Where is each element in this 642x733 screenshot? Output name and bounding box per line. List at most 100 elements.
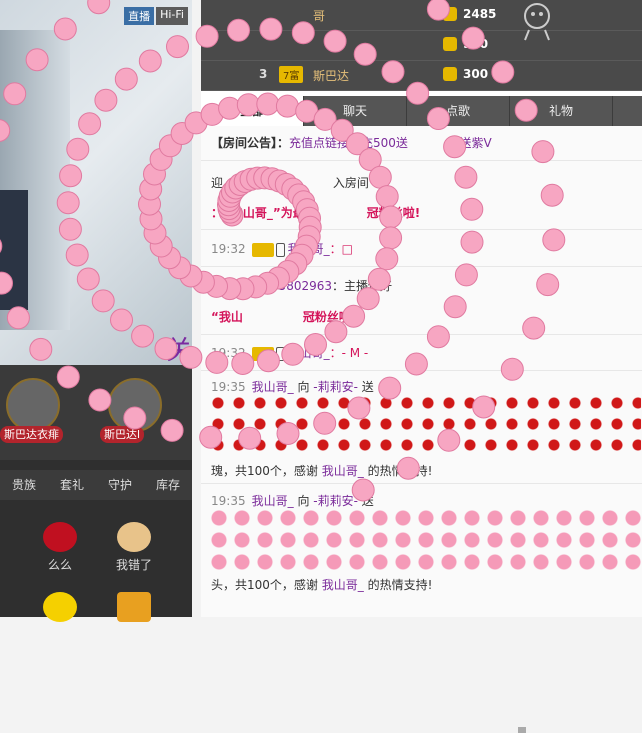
divider — [201, 370, 642, 371]
phone-icon — [275, 242, 285, 257]
tab-gift-set[interactable]: 套礼 — [48, 470, 96, 500]
kiss-icon — [43, 522, 77, 552]
anchor-avatar[interactable] — [108, 378, 162, 432]
chat-message: 19:35 我山哥_ 向 -莉莉安- 送 — [211, 492, 374, 509]
tab-gifts[interactable]: 礼物 — [510, 96, 613, 126]
crown-icon — [251, 346, 274, 361]
coin-icon — [443, 37, 457, 51]
rank-value: 300 — [463, 67, 489, 81]
msg-text: 入房间 — [332, 176, 369, 190]
msg-text: 瑰，共100个，感谢 — [211, 464, 318, 478]
msg-text: ：主播你好 — [332, 279, 393, 293]
gift-item[interactable] — [104, 592, 164, 626]
msg-time: 19:35 — [211, 494, 246, 508]
pig-gift-icons — [211, 510, 641, 574]
tab-inventory[interactable]: 库存 — [144, 470, 192, 500]
coin-icon — [443, 7, 457, 21]
gift-label: 么么 — [47, 558, 72, 572]
gift-label: 我错了 — [115, 558, 152, 572]
msg-user[interactable]: 小游客 — [227, 176, 263, 190]
divider — [201, 160, 642, 161]
scroll-up-arrow[interactable] — [518, 727, 526, 733]
phone-icon — [275, 346, 285, 361]
divider — [201, 483, 642, 484]
cow-icon — [117, 522, 151, 552]
msg-time: 19:35 — [211, 380, 246, 394]
msg-text-red: ：“我山哥_”为最新 — [211, 206, 317, 220]
right-panel: 哥 2485 920 3 7富 斯巴达 300 全部 聊天 点歌 礼物 【房间公… — [201, 0, 642, 733]
chat-message: 19:32 m145802963：主播你好 — [211, 277, 392, 294]
rose-gift-icons — [211, 396, 641, 460]
doodle-icon — [524, 3, 550, 41]
msg-tail-red: 冠粉丝啦! — [302, 310, 357, 324]
msg-user[interactable]: m145802963 — [252, 279, 332, 293]
msg-user[interactable]: 我山哥_ — [288, 346, 330, 360]
gift-item[interactable] — [30, 592, 90, 626]
msg-user[interactable]: 我山哥_ — [252, 380, 294, 394]
msg-text-red: “我山 — [211, 310, 243, 324]
msg-time: 19:32 — [211, 279, 246, 293]
left-panel: 直播 Hi-Fi 关 斯巴达衣痱 斯巴达l 贵族 套礼 守护 库存 么么 我错了 — [0, 0, 192, 622]
rank-row: 920 — [201, 30, 642, 61]
divider — [201, 334, 642, 335]
rank-row: 3 7富 斯巴达 300 — [201, 60, 642, 91]
hd-badge: Hi-Fi — [156, 7, 188, 25]
msg-verb: 向 — [297, 380, 310, 394]
anchor-avatar[interactable] — [6, 378, 60, 432]
beer-icon — [117, 592, 151, 622]
msg-user[interactable]: 我山哥_ — [322, 464, 364, 478]
gift-item[interactable]: 我错了 — [104, 522, 164, 573]
announcement-text[interactable]: 充值点链接，充500送 — [289, 136, 408, 150]
msg-target[interactable]: -莉莉安- — [313, 380, 358, 394]
tab-nobility[interactable]: 贵族 — [0, 470, 48, 500]
chat-message: 19:35 我山哥_ 向 -莉莉安- 送 — [211, 378, 374, 395]
msg-tail-red: 冠粉丝啦! — [366, 206, 421, 220]
gift-tabs: 贵族 套礼 守护 库存 — [0, 470, 192, 500]
divider — [201, 229, 642, 230]
chat-message: 瑰，共100个，感谢 我山哥_ 的热情支持! — [211, 462, 432, 479]
coin-icon — [443, 67, 457, 81]
rank-value: 920 — [463, 37, 489, 51]
msg-user[interactable]: 我山哥_ — [322, 578, 364, 592]
msg-text: ：- M - — [329, 346, 369, 360]
rank-name: 哥 — [313, 9, 326, 23]
wealth-badge: 7富 — [279, 66, 304, 83]
tab-chat[interactable]: 聊天 — [304, 96, 407, 126]
msg-send: 送 — [361, 494, 374, 508]
duck-icon — [43, 592, 77, 622]
video-badges: 直播 Hi-Fi — [124, 7, 188, 25]
video-person — [0, 190, 28, 310]
rank-name[interactable]: 斯巴达 — [313, 67, 349, 84]
msg-time: 19:32 — [211, 346, 246, 360]
divider — [201, 266, 642, 267]
msg-user[interactable]: 我山哥_ — [252, 494, 294, 508]
msg-time: 19:32 — [211, 242, 246, 256]
tab-song[interactable]: 点歌 — [407, 96, 510, 126]
msg-target[interactable]: -莉莉安- — [313, 494, 358, 508]
video-player[interactable]: 直播 Hi-Fi — [0, 0, 192, 365]
msg-verb: 向 — [297, 494, 310, 508]
rank-list: 哥 2485 920 3 7富 斯巴达 300 — [201, 0, 642, 91]
follow-glyph[interactable]: 关 — [166, 330, 192, 367]
anchor-label[interactable]: 斯巴达l — [100, 426, 145, 443]
tab-all[interactable]: 全部 — [201, 96, 304, 126]
tab-guard[interactable]: 守护 — [96, 470, 144, 500]
anchor-label[interactable]: 斯巴达衣痱 — [0, 426, 63, 443]
chat-message: ：“我山哥_”为最新 冠粉丝啦! — [211, 204, 420, 221]
msg-text: 头，共100个，感谢 — [211, 578, 318, 592]
anchor-list: 斯巴达衣痱 斯巴达l — [0, 365, 192, 460]
msg-tail: 的热情支持! — [367, 464, 433, 478]
msg-send: 送 — [361, 380, 374, 394]
chat-tabs: 全部 聊天 点歌 礼物 — [201, 96, 642, 126]
rank-row: 哥 2485 — [201, 0, 642, 31]
live-badge: 直播 — [124, 7, 155, 25]
gift-item[interactable]: 么么 — [30, 522, 90, 573]
chat-message: 19:32 我山哥_：- M - — [211, 344, 368, 361]
chat-message: 迎 小游客 入房间 — [211, 174, 369, 191]
room-announcement: 【房间公告】：充值点链接，充500送 0送紫V — [211, 134, 492, 151]
rank-value: 2485 — [463, 7, 497, 21]
msg-prefix: 迎 — [211, 176, 224, 190]
chat-message: “我山 冠粉丝啦! — [211, 308, 356, 325]
msg-user[interactable]: 我山哥_ — [288, 242, 330, 256]
chat-message: 19:32 我山哥_：□ — [211, 240, 353, 257]
